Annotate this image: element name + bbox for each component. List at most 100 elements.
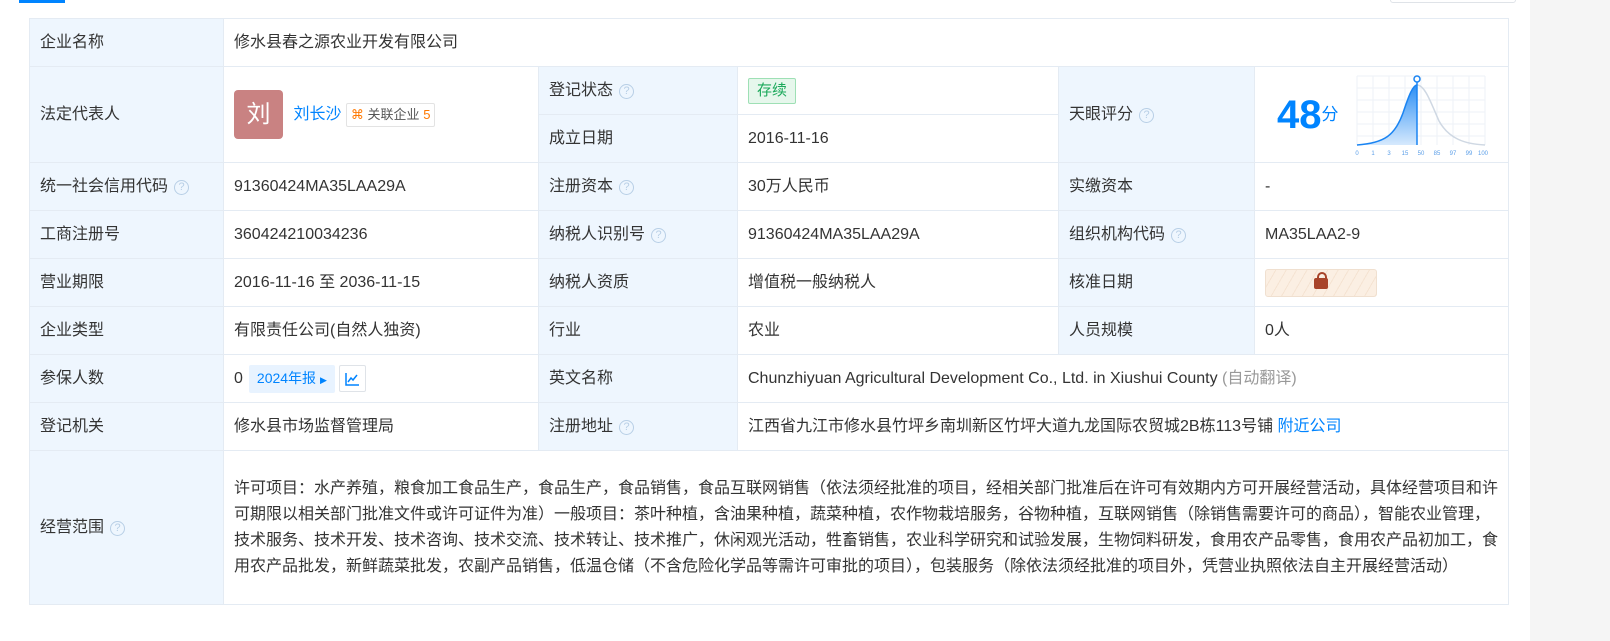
- related-label: 关联企业: [367, 106, 420, 122]
- table-row: 统一社会信用代码? 91360424MA35LAA29A 注册资本? 30万人民…: [29, 162, 1510, 211]
- reg-address-value: 江西省九江市修水县竹坪乡南圳新区竹坪大道九龙国际农贸城2B栋113号铺: [748, 417, 1274, 435]
- table-row: 企业类型 有限责任公司(自然人独资) 行业 农业 人员规模 0人: [29, 306, 1510, 355]
- tick-label: 97: [1450, 151, 1457, 157]
- lock-icon: [1314, 271, 1328, 289]
- table-row: 企业名称 修水县春之源农业开发有限公司: [29, 18, 1510, 67]
- biz-term-label: 营业期限: [29, 258, 224, 307]
- credit-code-value: 91360424MA35LAA29A: [223, 162, 539, 211]
- label-text: 注册资本: [549, 177, 614, 195]
- industry-label: 行业: [538, 306, 738, 355]
- help-icon[interactable]: ?: [110, 520, 126, 536]
- report-label: 2024年报: [256, 369, 317, 386]
- score-label: 天眼评分?: [1058, 66, 1255, 163]
- label-text: 注册地址: [549, 417, 614, 435]
- related-count: 5: [423, 106, 431, 122]
- help-icon[interactable]: ?: [619, 179, 635, 195]
- taxpayer-qual-label: 纳税人资质: [538, 258, 738, 307]
- approval-date-label: 核准日期: [1058, 258, 1255, 307]
- help-icon[interactable]: ?: [619, 419, 635, 435]
- reg-authority-value: 修水县市场监督管理局: [223, 402, 539, 451]
- tick-label: 99: [1466, 151, 1473, 157]
- auto-translate-note: (自动翻译): [1222, 369, 1297, 387]
- biz-reg-no-label: 工商注册号: [29, 210, 224, 259]
- legal-rep-cell: 刘 刘长沙 ⌘ 关联企业 5: [223, 66, 539, 163]
- founded-value: 2016-11-16: [737, 114, 1059, 163]
- founded-label: 成立日期: [538, 114, 738, 163]
- help-icon[interactable]: ?: [174, 179, 190, 195]
- biz-reg-no-value: 360424210034236: [223, 210, 539, 259]
- nearby-companies-link[interactable]: 附近公司: [1278, 418, 1342, 435]
- tick-label: 3: [1387, 151, 1391, 157]
- org-code-label: 组织机构代码?: [1058, 210, 1255, 259]
- english-name-cell: Chunzhiyuan Agricultural Development Co.…: [736, 354, 1510, 403]
- legal-rep-name-link[interactable]: 刘长沙: [293, 106, 341, 123]
- staff-size-label: 人员规模: [1058, 306, 1255, 355]
- score-unit: 分: [1321, 104, 1339, 124]
- legal-rep-label: 法定代表人: [29, 66, 224, 163]
- taxpayer-id-label: 纳税人识别号?: [538, 210, 738, 259]
- table-row: 参保人数 0 2024年报 ▶ 英文名称 Chunzhiyuan Agricult…: [29, 354, 1510, 403]
- label-text: 经营范围: [40, 518, 105, 536]
- insured-cell: 0 2024年报 ▶: [223, 354, 539, 403]
- scope-value: 许可项目：水产养殖，粮食加工食品生产，食品生产，食品销售，食品互联网销售（依法须…: [222, 450, 1510, 605]
- tick-label: 15: [1402, 151, 1409, 157]
- help-icon[interactable]: ?: [619, 83, 635, 99]
- line-chart-icon: [345, 372, 360, 386]
- reg-capital-value: 30万人民币: [737, 162, 1059, 211]
- tick-label: 100: [1478, 151, 1489, 157]
- annual-report-button[interactable]: 2024年报 ▶: [248, 364, 335, 393]
- insured-value: 0: [234, 369, 243, 387]
- tick-label: 50: [1418, 151, 1425, 157]
- active-tab-indicator: [19, 0, 65, 3]
- top-right-button[interactable]: [1390, 0, 1516, 3]
- reg-authority-label: 登记机关: [29, 402, 224, 451]
- approval-date-cell: [1253, 258, 1510, 307]
- label-text: 统一社会信用代码: [40, 177, 169, 195]
- org-code-value: MA35LAA2-9: [1253, 210, 1510, 259]
- label-text: 组织机构代码: [1069, 225, 1166, 243]
- reg-capital-label: 注册资本?: [538, 162, 738, 211]
- help-icon[interactable]: ?: [651, 227, 667, 243]
- network-icon: ⌘: [350, 106, 364, 122]
- paid-capital-label: 实缴资本: [1058, 162, 1255, 211]
- score-distribution-chart: 0 1 3 15 50 85 97 99 100: [1355, 74, 1489, 157]
- biz-term-value: 2016-11-16 至 2036-11-15: [223, 258, 539, 307]
- company-name-label: 企业名称: [29, 18, 224, 67]
- caret-right-icon: ▶: [319, 374, 327, 385]
- english-name-value: Chunzhiyuan Agricultural Development Co.…: [748, 369, 1218, 387]
- table-row: 工商注册号 360424210034236 纳税人识别号? 91360424MA…: [29, 210, 1510, 259]
- company-type-value: 有限责任公司(自然人独资): [223, 306, 539, 355]
- label-text: 纳税人识别号: [549, 225, 646, 243]
- table-row: 登记机关 修水县市场监督管理局 注册地址? 江西省九江市修水县竹坪乡南圳新区竹坪…: [29, 402, 1510, 451]
- paid-capital-value: -: [1253, 162, 1510, 211]
- reg-address-cell: 江西省九江市修水县竹坪乡南圳新区竹坪大道九龙国际农贸城2B栋113号铺 附近公司: [736, 402, 1510, 451]
- locked-value-button[interactable]: [1265, 268, 1377, 297]
- label-text: 登记状态: [549, 81, 614, 99]
- help-icon[interactable]: ?: [1139, 107, 1155, 123]
- label-text: 天眼评分: [1069, 105, 1134, 123]
- company-name-value: 修水县春之源农业开发有限公司: [222, 18, 1510, 67]
- company-info-table: 企业名称 修水县春之源农业开发有限公司 法定代表人 刘 刘长沙 ⌘ 关联企业 5…: [29, 18, 1510, 605]
- score-cell[interactable]: 48分 0 1 3 15 50 85 97 99 100: [1253, 66, 1510, 163]
- taxpayer-qual-value: 增值税一般纳税人: [737, 258, 1059, 307]
- table-row: 法定代表人 刘 刘长沙 ⌘ 关联企业 5 登记状态? 存续 天眼评分? 48分 …: [29, 66, 1510, 163]
- related-companies-button[interactable]: ⌘ 关联企业 5: [345, 102, 436, 127]
- staff-size-value: 0人: [1253, 306, 1510, 355]
- english-name-label: 英文名称: [538, 354, 738, 403]
- score-value: 48: [1277, 92, 1322, 137]
- taxpayer-id-value: 91360424MA35LAA29A: [737, 210, 1059, 259]
- reg-status-label: 登记状态?: [538, 66, 738, 115]
- reg-status-cell: 存续: [737, 66, 1059, 115]
- reg-address-label: 注册地址?: [538, 402, 738, 451]
- help-icon[interactable]: ?: [1171, 227, 1187, 243]
- avatar: 刘: [234, 90, 283, 139]
- trend-chart-button[interactable]: [338, 364, 366, 392]
- scope-label: 经营范围?: [29, 450, 224, 605]
- page-gutter: [1530, 0, 1610, 641]
- table-row: 营业期限 2016-11-16 至 2036-11-15 纳税人资质 增值税一般…: [29, 258, 1510, 307]
- tick-label: 85: [1434, 151, 1441, 157]
- credit-code-label: 统一社会信用代码?: [29, 162, 224, 211]
- company-type-label: 企业类型: [29, 306, 224, 355]
- industry-value: 农业: [737, 306, 1059, 355]
- insured-label: 参保人数: [29, 354, 224, 403]
